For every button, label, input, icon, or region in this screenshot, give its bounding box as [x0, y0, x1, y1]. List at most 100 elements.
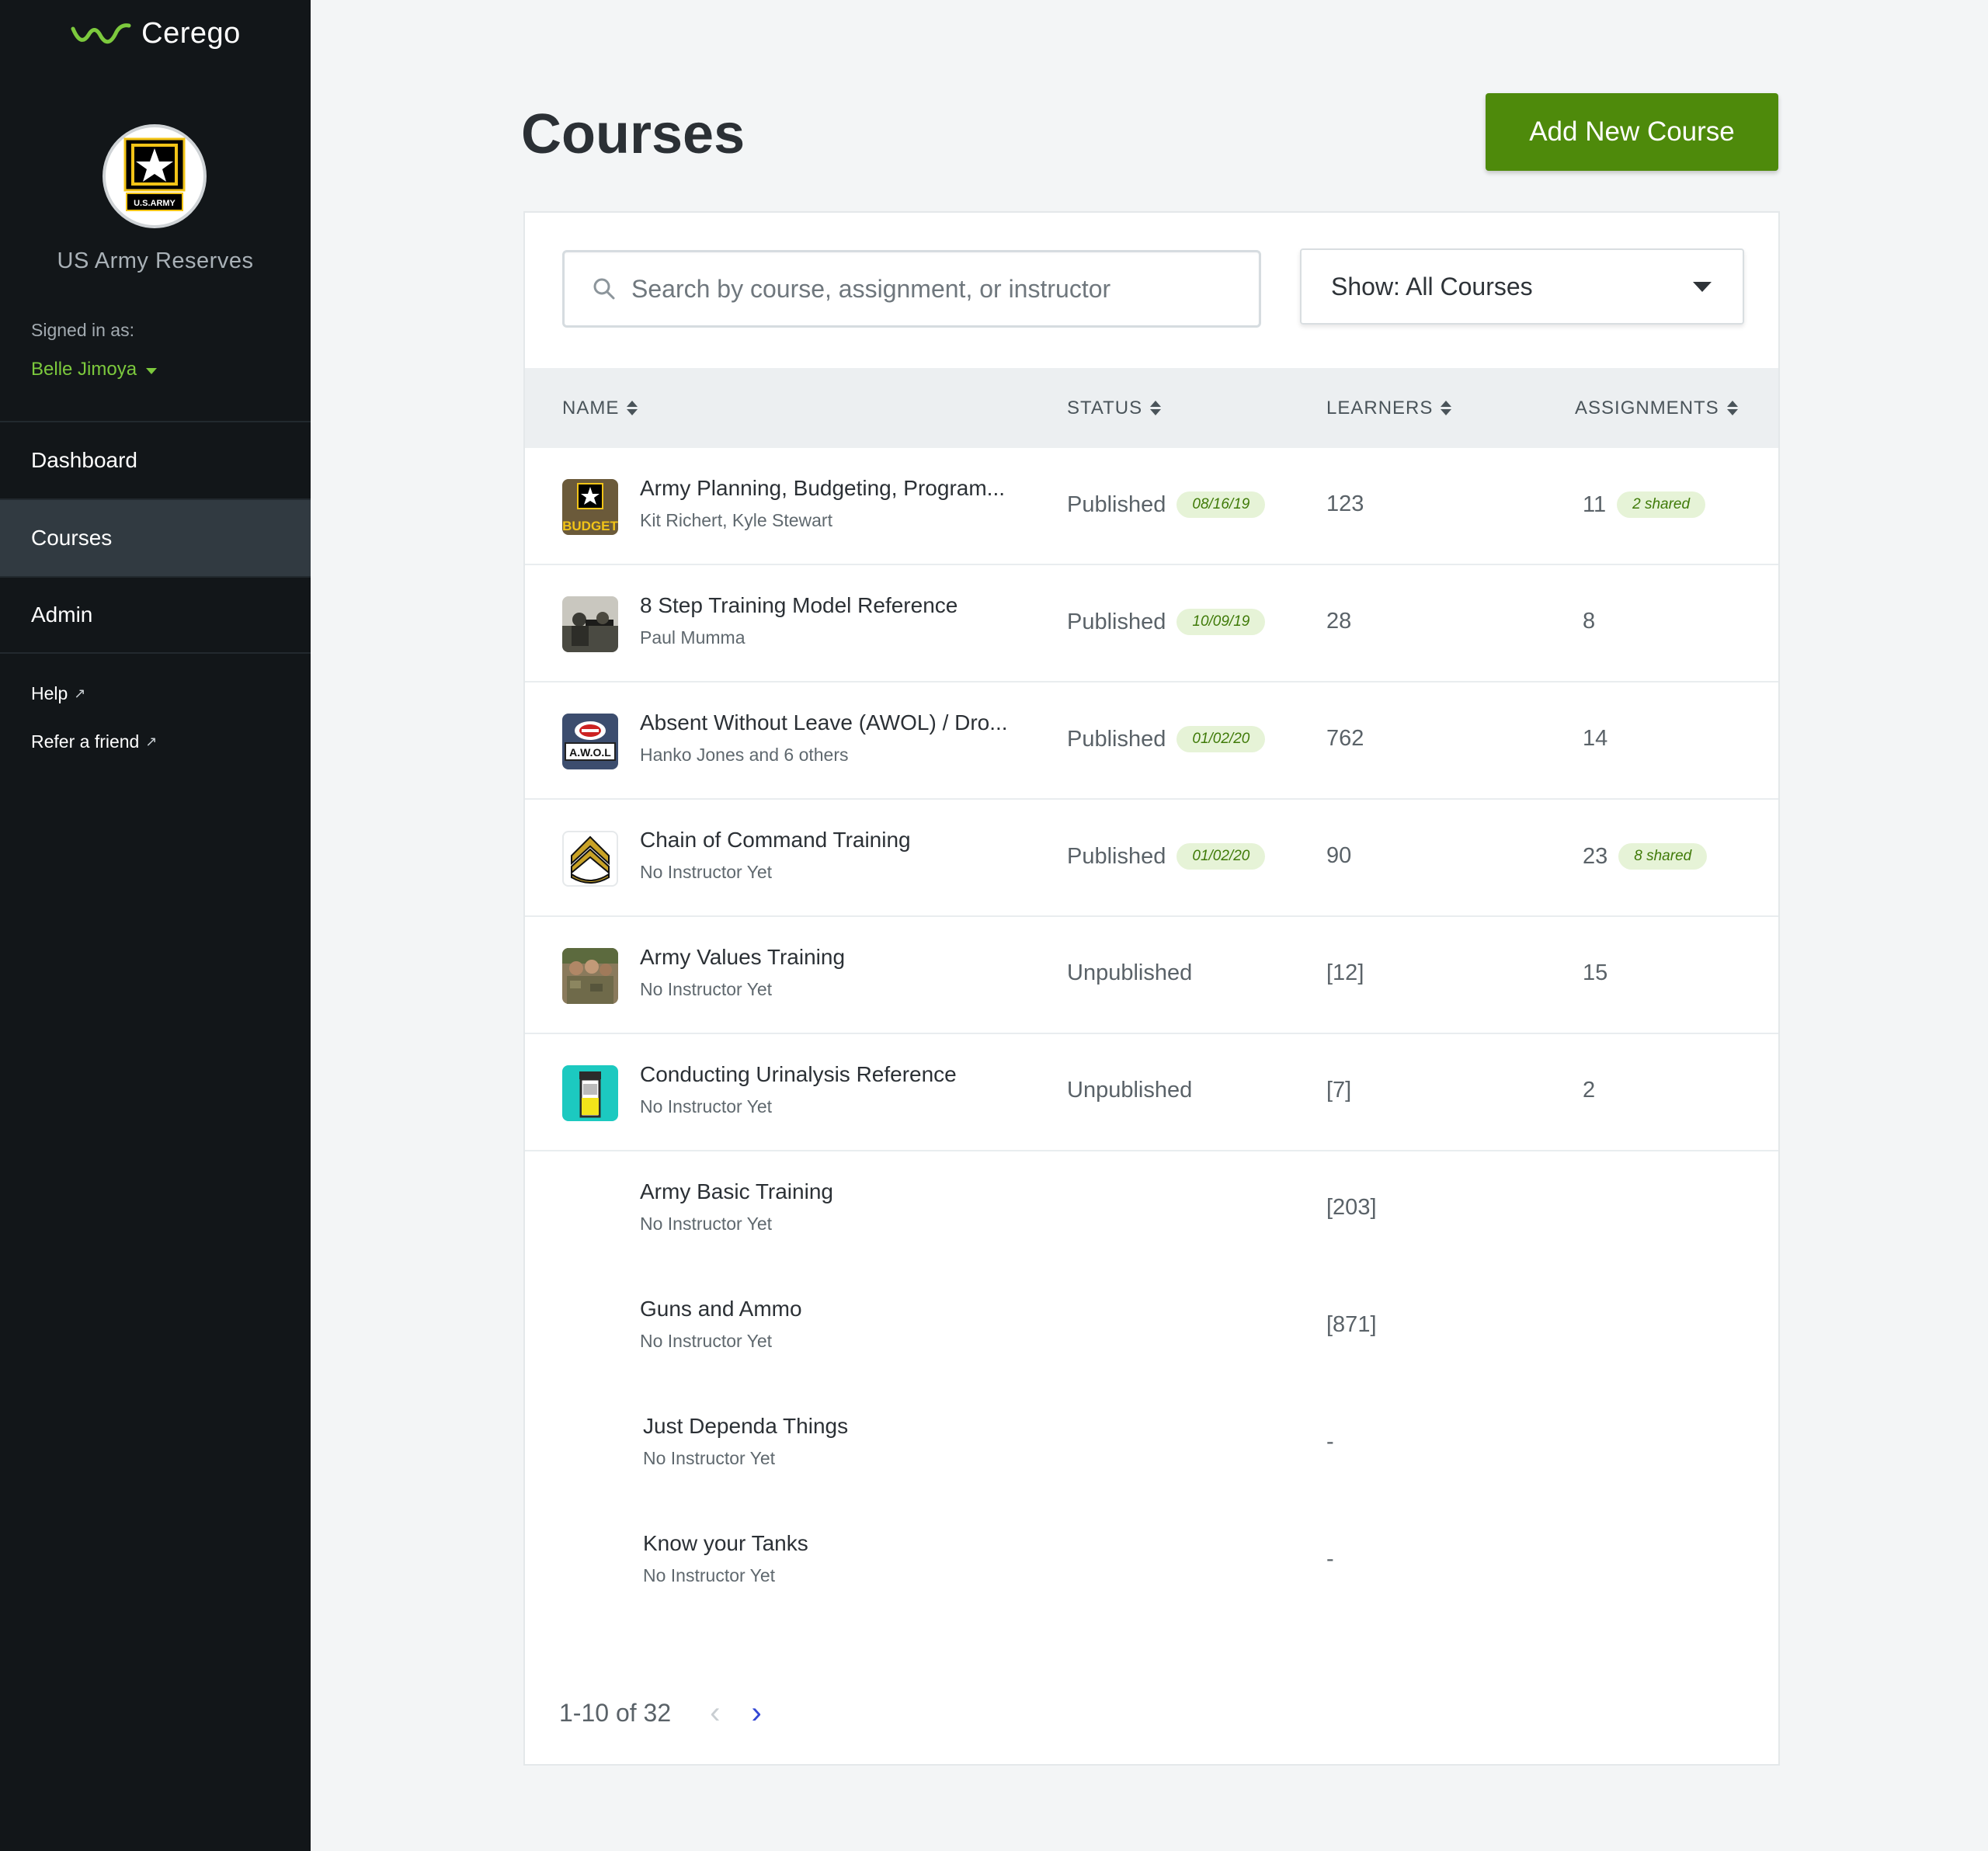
status-text: Published — [1067, 491, 1166, 517]
help-link-label: Help — [31, 683, 68, 703]
org-name: US Army Reserves — [57, 248, 254, 273]
sort-icon — [1726, 401, 1738, 415]
learner-count: [871] — [1326, 1312, 1377, 1337]
course-title: Conducting Urinalysis Reference — [640, 1062, 957, 1086]
sort-by-status[interactable]: STATUS — [1067, 368, 1162, 448]
chevron-down-icon — [1693, 281, 1712, 292]
sort-by-name[interactable]: NAME — [562, 368, 638, 448]
assignment-number: 14 — [1583, 726, 1608, 751]
published-date-badge: 10/09/19 — [1176, 609, 1266, 635]
chevron-left-icon[interactable]: ‹ — [710, 1696, 720, 1731]
soldiers-group-photo-icon — [562, 948, 618, 1004]
published-date-badge: 01/02/20 — [1176, 843, 1266, 870]
shared-badge: 8 shared — [1618, 843, 1708, 870]
course-instructors: No Instructor Yet — [640, 1331, 773, 1351]
course-thumbnail — [562, 948, 618, 1004]
table-row[interactable]: BUDGET Army Planning, Budgeting, Program… — [525, 448, 1778, 565]
help-link[interactable]: Help ↗ — [31, 683, 85, 704]
search-icon — [593, 278, 615, 300]
table-row[interactable]: Know your Tanks No Instructor Yet - — [525, 1503, 1778, 1620]
soldiers-photo-icon — [562, 596, 618, 652]
course-status: Published 10/09/19 — [1067, 609, 1266, 635]
table-row[interactable]: Army Basic Training No Instructor Yet [2… — [525, 1151, 1778, 1269]
table-row[interactable]: Army Values Training No Instructor Yet U… — [525, 917, 1778, 1034]
learner-count: - — [1326, 1547, 1334, 1571]
course-status: Unpublished — [1067, 1078, 1192, 1103]
refer-friend-link[interactable]: Refer a friend ↗ — [31, 731, 157, 752]
org-logo: U.S.ARMY — [103, 124, 207, 228]
assignment-count: 15 — [1583, 960, 1607, 986]
page-title: Courses — [521, 103, 746, 165]
course-instructors: Kit Richert, Kyle Stewart — [640, 510, 832, 530]
course-status: Published 01/02/20 — [1067, 726, 1266, 752]
course-instructors: Hanko Jones and 6 others — [640, 745, 849, 765]
course-thumbnail — [562, 596, 618, 652]
table-row[interactable]: Guns and Ammo No Instructor Yet [871] — [525, 1269, 1778, 1386]
signed-in-label: Signed in as: — [31, 320, 134, 340]
course-thumbnail: BUDGET — [562, 479, 618, 535]
user-menu[interactable]: Belle Jimoya — [31, 359, 158, 380]
header-learners: LEARNERS — [1326, 397, 1434, 418]
course-filter-label: Show: All Courses — [1331, 272, 1533, 300]
assignment-count: 14 — [1583, 726, 1607, 752]
learner-count: - — [1326, 1429, 1334, 1454]
army-budget-icon: BUDGET — [562, 479, 618, 535]
status-text: Unpublished — [1067, 960, 1193, 985]
cerego-logo-icon — [71, 23, 131, 43]
table-row[interactable]: Conducting Urinalysis Reference No Instr… — [525, 1034, 1778, 1151]
sidebar-item-label: Admin — [31, 603, 93, 627]
sidebar-nav: Dashboard Courses Admin — [0, 421, 311, 654]
shared-badge: 2 shared — [1617, 491, 1706, 518]
learner-count: [7] — [1326, 1078, 1352, 1103]
course-instructors: No Instructor Yet — [640, 1096, 773, 1117]
course-title: Army Basic Training — [640, 1179, 833, 1203]
sort-by-learners[interactable]: LEARNERS — [1326, 368, 1452, 448]
status-text: Unpublished — [1067, 1078, 1193, 1103]
course-title: Just Dependa Things — [643, 1414, 849, 1438]
course-instructors: No Instructor Yet — [643, 1448, 776, 1468]
assignment-number: 15 — [1583, 960, 1608, 985]
assignment-number: 2 — [1583, 1078, 1596, 1103]
course-status: Published 01/02/20 — [1067, 843, 1266, 870]
search-input[interactable] — [631, 274, 1237, 304]
assignment-count: 2 — [1583, 1078, 1595, 1103]
table-row[interactable]: 8 Step Training Model Reference Paul Mum… — [525, 565, 1778, 682]
course-title: Know your Tanks — [643, 1531, 808, 1555]
sort-icon — [627, 401, 638, 415]
sort-by-assignments[interactable]: ASSIGNMENTS — [1575, 368, 1738, 448]
course-thumbnail: A.W.O.L — [562, 714, 618, 769]
course-title: Army Values Training — [640, 945, 846, 969]
sidebar: Cerego U.S.ARMY US Army Reserves Signed … — [0, 0, 311, 1851]
status-text: Published — [1067, 843, 1166, 869]
course-title: Absent Without Leave (AWOL) / Dro... — [640, 710, 1008, 734]
table-row[interactable]: A.W.O.L Absent Without Leave (AWOL) / Dr… — [525, 682, 1778, 800]
sidebar-item-dashboard[interactable]: Dashboard — [0, 421, 311, 498]
sort-icon — [1150, 401, 1162, 415]
add-new-course-button[interactable]: Add New Course — [1486, 93, 1778, 171]
sidebar-item-courses[interactable]: Courses — [0, 498, 311, 576]
header-status: STATUS — [1067, 397, 1143, 418]
thumbnail-text: A.W.O.L — [569, 746, 611, 759]
sidebar-item-admin[interactable]: Admin — [0, 576, 311, 654]
sergeant-chevron-icon — [571, 835, 610, 884]
learner-count: 28 — [1326, 609, 1352, 634]
published-date-badge: 08/16/19 — [1176, 491, 1266, 518]
course-instructors: No Instructor Yet — [640, 862, 773, 882]
org-logo-text: U.S.ARMY — [134, 199, 176, 208]
course-filter-dropdown[interactable]: Show: All Courses — [1300, 248, 1744, 325]
chevron-right-icon[interactable]: › — [751, 1696, 761, 1731]
status-text: Published — [1067, 726, 1166, 752]
army-star-icon: U.S.ARMY — [123, 137, 186, 211]
course-status: Unpublished — [1067, 960, 1192, 986]
table-row[interactable]: Just Dependa Things No Instructor Yet - — [525, 1386, 1778, 1503]
table-row[interactable]: Chain of Command Training No Instructor … — [525, 800, 1778, 917]
published-date-badge: 01/02/20 — [1176, 726, 1266, 752]
brand[interactable]: Cerego — [0, 17, 311, 50]
assignment-number: 8 — [1583, 609, 1596, 634]
assignment-number: 11 — [1583, 491, 1607, 517]
search-box[interactable] — [562, 250, 1261, 328]
course-instructors: No Instructor Yet — [640, 979, 773, 999]
course-title: 8 Step Training Model Reference — [640, 593, 958, 617]
assignment-count: 8 — [1583, 609, 1595, 634]
learner-count: 90 — [1326, 843, 1352, 868]
